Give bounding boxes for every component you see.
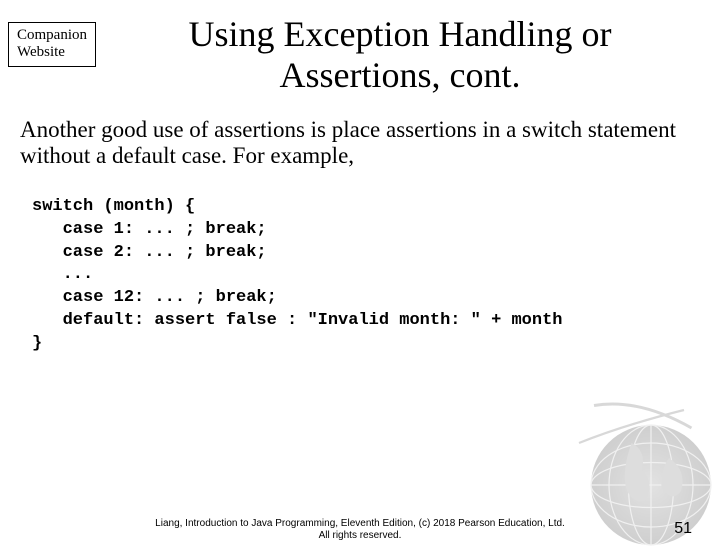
page-title: Using Exception Handling or Assertions, … [120, 14, 680, 97]
footer-line2: All rights reserved. [0, 530, 720, 542]
footer: Liang, Introduction to Java Programming,… [0, 518, 720, 542]
companion-line2: Website [17, 44, 87, 61]
body-paragraph: Another good use of assertions is place … [20, 117, 700, 170]
companion-website-box: Companion Website [8, 22, 96, 67]
footer-line1: Liang, Introduction to Java Programming,… [0, 518, 720, 530]
page-number: 51 [674, 520, 692, 538]
code-block: switch (month) { case 1: ... ; break; ca… [32, 196, 700, 357]
companion-line1: Companion [17, 27, 87, 44]
